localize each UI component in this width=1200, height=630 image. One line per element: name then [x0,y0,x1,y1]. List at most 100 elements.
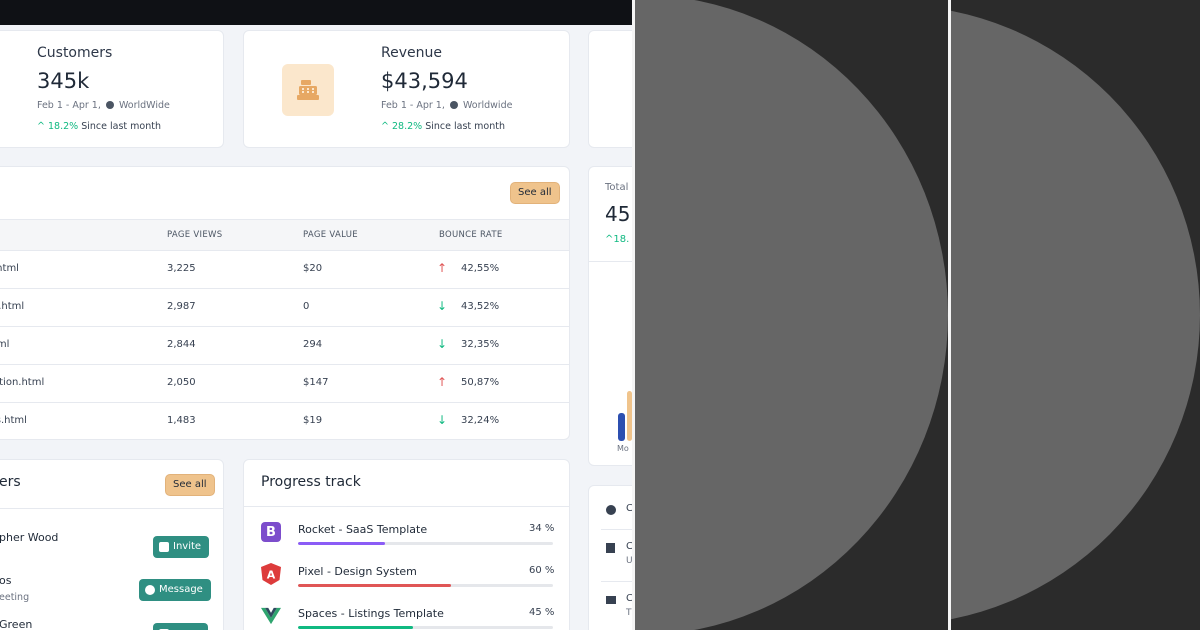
message-button[interactable]: Message [139,579,211,601]
project-name: Rocket - SaaS Template [298,523,428,536]
stat-range: Feb 1 - Apr 1, Worldwide [381,100,512,111]
progress-fill [298,584,451,587]
change-value: 28.2% [392,121,423,132]
bounce-rate: 43,52% [461,301,500,312]
table-row: tml 2,844 294 ↓ 32,35% [0,327,569,365]
member-status: eeting [0,592,30,603]
stat-card-partial [588,30,632,148]
table-row: ls.html 1,483 $19 ↓ 32,24% [0,403,569,439]
flag-icon [606,543,615,553]
page-name: s.html [0,301,25,312]
progress-fill [298,542,385,545]
total-sales-card-partial: Total 45 ^18. Mo [588,166,632,466]
card-divider [601,529,632,530]
page-value: 0 [303,301,310,312]
invite-button[interactable] [153,623,208,630]
arrow-down-icon: ↓ [437,337,448,351]
stat-change: ^ 18.2% Since last month [37,121,161,132]
see-all-button[interactable]: See all [165,474,215,496]
project-name: Spaces - Listings Template [298,607,444,620]
range-region: WorldWide [118,100,170,111]
column-header: PAGE VIEWS [167,230,223,240]
caret-up-icon: ^ [381,121,389,132]
list-item-initial: T [626,608,632,618]
top-navbar [0,0,632,25]
bounce-rate: 50,87% [461,377,500,388]
arrow-down-icon: ↓ [437,299,448,313]
stat-value: $43,594 [381,69,468,93]
stat-value: 345k [37,69,90,93]
invite-button[interactable]: Invite [153,536,210,558]
angular-shield-icon: A [261,563,281,585]
cash-register-tile [282,64,334,116]
change-value: 18.2% [48,121,79,132]
page-name: ls.html [0,415,27,426]
cash-register-icon [297,80,319,100]
bounce-rate: 42,55% [461,263,500,274]
globe-icon [606,505,616,515]
change-label: Since last month [81,121,161,132]
see-all-button[interactable]: See all [510,182,560,204]
page-views: 3,225 [167,263,196,274]
image-panel-right [951,0,1200,630]
column-header: BOUNCE RATE [439,230,503,240]
progress-track-card: Progress track B Rocket - SaaS Template … [243,459,570,630]
change-label: Since last month [425,121,505,132]
project-percent: 45 % [529,607,555,618]
member-name: Green [0,618,33,630]
page-value: 294 [303,339,323,350]
column-header: PAGE VALUE [303,230,358,240]
page-views: 2,844 [167,339,196,350]
progress-bar [298,542,553,545]
page-value: $147 [303,377,329,388]
chart-bar [618,413,625,441]
range-region: Worldwide [462,100,513,111]
vue-v-icon [261,607,281,625]
member-name: os [0,574,12,587]
progress-bar [298,626,553,629]
stat-title: Customers [37,45,113,61]
arrow-down-icon: ↓ [437,413,448,427]
card-title: Progress track [261,474,361,490]
chat-icon [145,585,155,595]
table-row: ation.html 2,050 $147 ↑ 50,87% [0,365,569,403]
page-name: ation.html [0,377,45,388]
page-views: 2,987 [167,301,196,312]
table-header: PAGE VIEWS PAGE VALUE BOUNCE RATE [0,219,569,251]
stat-title: Revenue [381,45,442,61]
folder-icon [606,596,616,604]
change-value: 18. [613,234,630,245]
range-dates: Feb 1 - Apr 1, [381,100,445,111]
page-value: $20 [303,263,323,274]
page-name: .html [0,263,19,274]
svg-text:A: A [267,569,276,582]
progress-bar [298,584,553,587]
vue-logo-icon [261,606,281,626]
project-percent: 60 % [529,565,555,576]
page-views: 1,483 [167,415,196,426]
x-axis-label: Mo [617,444,629,453]
total-label: Total [605,182,629,193]
angular-logo-icon: A [261,563,281,585]
bounce-rate: 32,35% [461,339,500,350]
arrow-up-icon: ↑ [437,375,448,389]
total-change: ^18. [605,234,629,245]
gray-circle-shape [951,5,1200,625]
bootstrap-logo-icon: B [261,522,281,542]
total-value: 45 [605,202,631,226]
card-divider [589,261,632,262]
project-name: Pixel - Design System [298,565,417,578]
card-title: ers [0,474,21,490]
side-list-card-partial: C C U C T [588,485,632,630]
globe-icon [105,101,114,109]
globe-icon [449,101,458,109]
dashboard-screen: Customers 345k Feb 1 - Apr 1, WorldWide … [0,0,632,630]
button-label: Invite [173,541,202,552]
member-name: pher Wood [0,531,59,544]
page-views: 2,050 [167,377,196,388]
button-label: Message [159,584,203,595]
card-divider [601,581,632,582]
table-row: s.html 2,987 0 ↓ 43,52% [0,289,569,327]
card-divider [244,506,569,507]
project-percent: 34 % [529,523,555,534]
